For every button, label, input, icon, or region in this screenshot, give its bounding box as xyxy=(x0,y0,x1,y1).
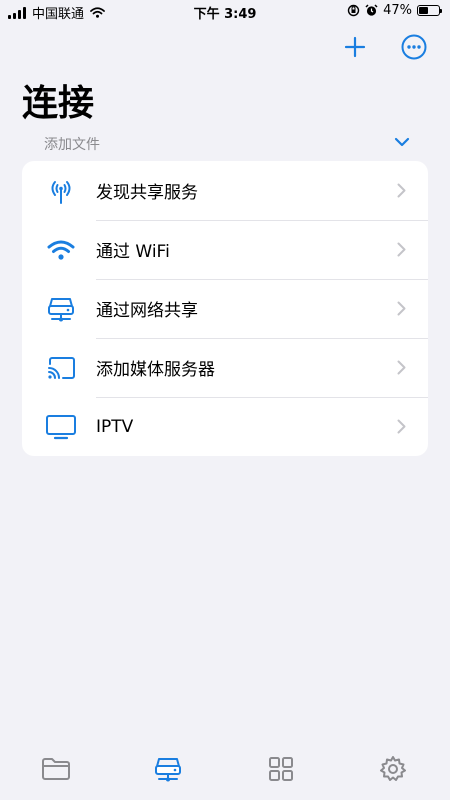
gear-icon xyxy=(380,756,406,781)
plus-icon xyxy=(344,36,366,58)
alarm-icon xyxy=(365,4,378,16)
section-header[interactable]: 添加文件 xyxy=(44,134,410,156)
status-bar: 中国联通 下午 3:49 47% xyxy=(0,0,450,22)
battery-percent: 47% xyxy=(383,3,412,18)
chevron-down-icon[interactable] xyxy=(394,136,410,148)
list-item-discover-shares[interactable]: 发现共享服务 xyxy=(22,161,428,220)
more-button[interactable] xyxy=(400,33,428,61)
chevron-right-icon xyxy=(397,419,406,434)
tab-browse[interactable] xyxy=(264,752,298,786)
ellipsis-circle-icon xyxy=(401,34,427,60)
folder-icon xyxy=(42,758,70,780)
add-button[interactable] xyxy=(341,33,369,61)
chevron-right-icon xyxy=(397,183,406,198)
antenna-icon xyxy=(44,174,78,208)
page-title: 连接 xyxy=(22,83,95,124)
list-item-label: 添加媒体服务器 xyxy=(96,360,215,380)
list-item-label: IPTV xyxy=(96,416,134,437)
tab-files[interactable] xyxy=(39,752,73,786)
tab-bar xyxy=(0,738,450,800)
chevron-right-icon xyxy=(397,360,406,375)
rotation-lock-icon xyxy=(347,4,360,17)
grid-icon xyxy=(269,757,293,781)
battery-icon xyxy=(417,5,442,16)
tv-icon xyxy=(44,410,78,444)
list-item-via-wifi[interactable]: 通过 WiFi xyxy=(22,220,428,279)
tab-connect[interactable] xyxy=(151,752,185,786)
section-label: 添加文件 xyxy=(44,137,100,153)
list-item-media-server[interactable]: 添加媒体服务器 xyxy=(22,338,428,397)
list-item-label: 发现共享服务 xyxy=(96,183,198,203)
network-server-icon xyxy=(44,292,78,326)
wifi-icon xyxy=(44,233,78,267)
tab-settings[interactable] xyxy=(376,752,410,786)
connection-list: 发现共享服务 通过 WiFi 通过网络共享 添加媒体服务器 IPTV xyxy=(22,161,428,456)
chevron-right-icon xyxy=(397,242,406,257)
cast-icon xyxy=(44,351,78,385)
list-item-label: 通过网络共享 xyxy=(96,301,198,321)
list-item-network-share[interactable]: 通过网络共享 xyxy=(22,279,428,338)
list-item-label: 通过 WiFi xyxy=(96,242,170,262)
status-right: 47% xyxy=(347,3,442,18)
network-server-icon xyxy=(155,758,181,782)
chevron-right-icon xyxy=(397,301,406,316)
list-item-iptv[interactable]: IPTV xyxy=(22,397,428,456)
